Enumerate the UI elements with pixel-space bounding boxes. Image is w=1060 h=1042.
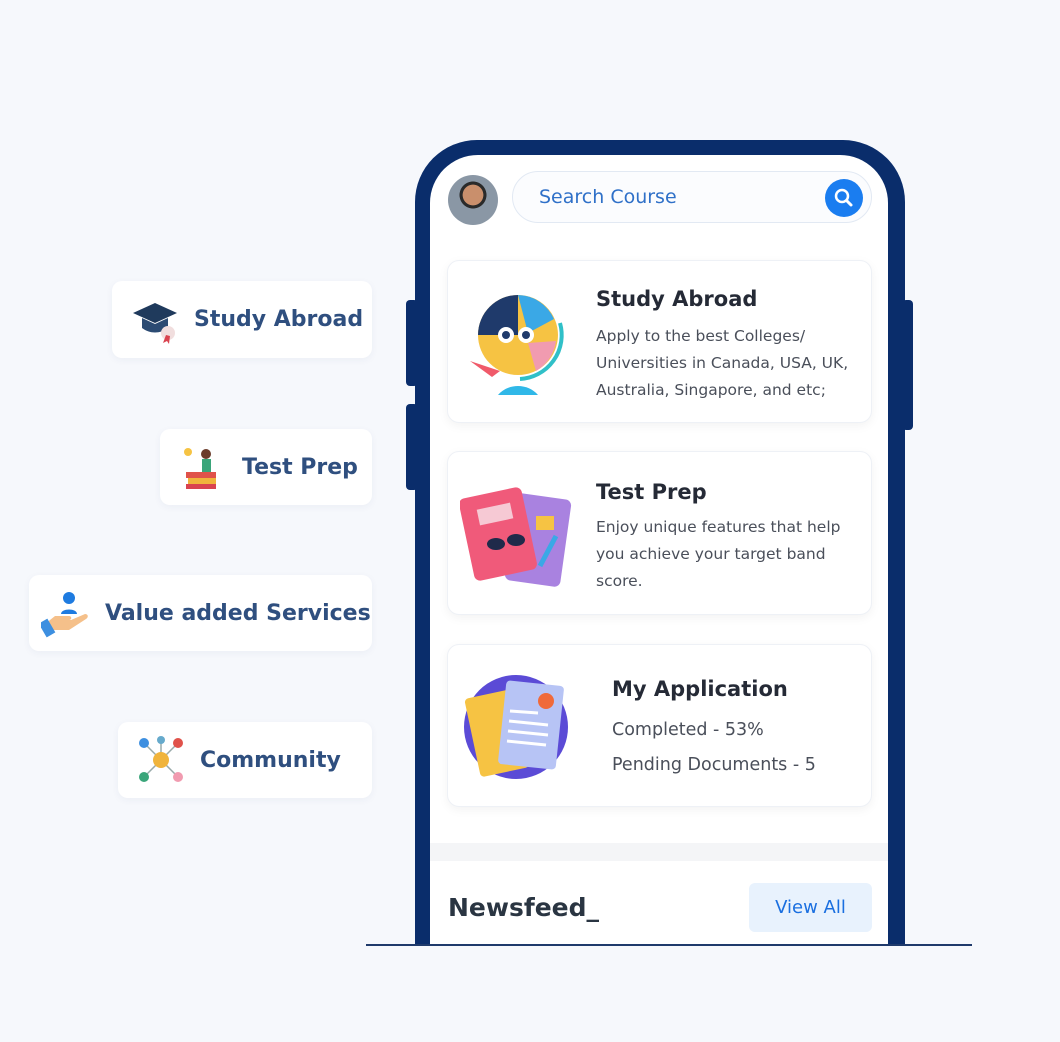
- feature-label: Value added Services: [105, 600, 371, 626]
- card-description: Apply to the best Colleges/Universities …: [596, 327, 849, 399]
- search-input[interactable]: Search Course: [512, 171, 872, 223]
- card-my-application[interactable]: My Application Completed - 53% Pending Do…: [447, 644, 872, 807]
- documents-illustration: [464, 675, 568, 779]
- feature-label: Test Prep: [242, 454, 358, 480]
- feature-label: Community: [200, 747, 341, 773]
- card-study-abroad[interactable]: Study Abroad Apply to the best Colleges/…: [447, 260, 872, 423]
- completion-status: Completed - 53%: [612, 720, 764, 740]
- card-description: Enjoy unique features that help you achie…: [596, 518, 841, 590]
- feature-label: Study Abroad: [194, 307, 364, 332]
- books-illustration: [460, 487, 572, 587]
- card-title: My Application: [612, 677, 788, 701]
- card-test-prep[interactable]: Test Prep Enjoy unique features that hel…: [447, 451, 872, 615]
- graduation-cap-icon: [133, 302, 177, 344]
- card-description: Completed - 53% Pending Documents - 5: [612, 713, 816, 783]
- card-title: Study Abroad: [596, 287, 758, 311]
- phone-frame: Search Course Study Abroad Apply to the …: [415, 140, 905, 946]
- feature-community[interactable]: Community: [118, 722, 372, 798]
- newsfeed-title: Newsfeed_: [448, 893, 600, 922]
- pending-documents: Pending Documents - 5: [612, 755, 816, 775]
- feature-study-abroad[interactable]: Study Abroad: [112, 281, 372, 358]
- view-all-button[interactable]: View All: [749, 883, 872, 932]
- hand-user-icon: [41, 592, 88, 638]
- globe-illustration: [470, 295, 564, 395]
- feature-test-prep[interactable]: Test Prep: [160, 429, 372, 505]
- card-title: Test Prep: [596, 480, 707, 504]
- network-icon: [139, 736, 183, 782]
- feature-value-added-services[interactable]: Value added Services: [29, 575, 372, 651]
- phone-screen: Search Course Study Abroad Apply to the …: [430, 155, 888, 946]
- books-reading-icon: [184, 448, 216, 489]
- search-icon: [834, 188, 853, 207]
- search-button[interactable]: [825, 179, 863, 217]
- search-placeholder: Search Course: [539, 186, 677, 208]
- baseline-divider: [366, 944, 972, 946]
- avatar[interactable]: [448, 175, 498, 225]
- section-divider: [430, 843, 888, 861]
